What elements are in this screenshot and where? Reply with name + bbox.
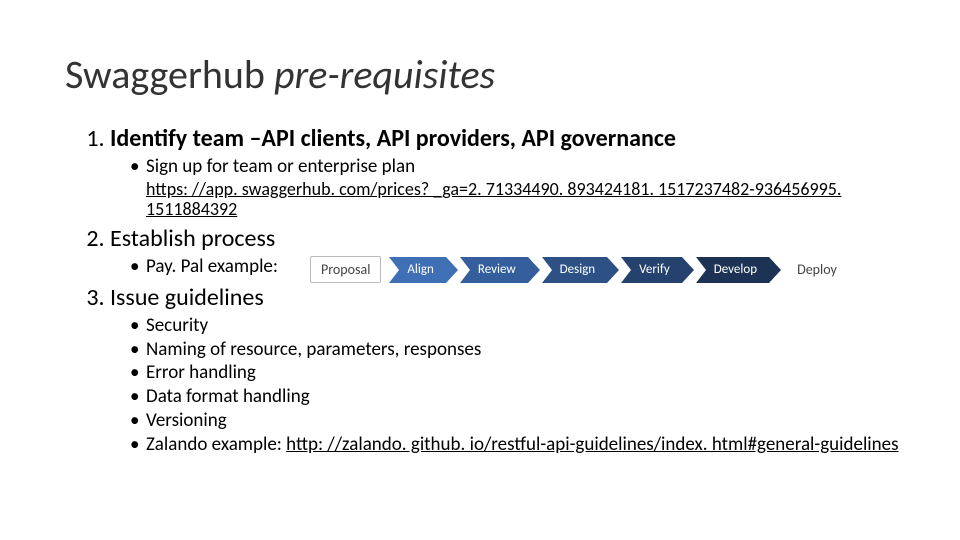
process-step-verify: Verify [621, 257, 682, 283]
item-1-sub: Sign up for team or enterprise plan http… [110, 155, 920, 220]
title-italic: pre-requisites [274, 50, 495, 99]
process-step-develop: Develop [696, 257, 769, 283]
item-1-heading: Identify team –API clients, API provider… [110, 124, 676, 153]
item-3-sub: Security Naming of resource, parameters,… [110, 314, 920, 457]
main-list: Identify team –API clients, API provider… [40, 124, 920, 456]
title-plain: Swaggerhub [65, 50, 274, 99]
slide-title: Swaggerhub pre-requisites [65, 50, 920, 99]
item-3-sub-4: Data format handling [130, 385, 920, 409]
item-2-heading: Establish process [110, 224, 275, 253]
item-1-sub-1: Sign up for team or enterprise plan http… [130, 155, 920, 220]
item-3-sub-5: Versioning [130, 409, 920, 433]
process-step-review: Review [460, 257, 528, 283]
item-3-sub-6: Zalando example: http: //zalando. github… [130, 433, 920, 457]
process-end: Deploy [789, 259, 845, 280]
process-start: Proposal [310, 256, 381, 283]
process-step-align: Align [389, 257, 445, 283]
item-3: Issue guidelines Security Naming of reso… [110, 283, 920, 457]
swaggerhub-link-block: https: //app. swaggerhub. com/prices? _g… [146, 179, 920, 220]
item-3-sub-1: Security [130, 314, 920, 338]
swaggerhub-prices-link[interactable]: https: //app. swaggerhub. com/prices? _g… [146, 178, 841, 221]
process-step-design: Design [542, 257, 607, 283]
item-3-sub-3: Error handling [130, 361, 920, 385]
item-3-sub-2: Naming of resource, parameters, response… [130, 338, 920, 362]
zalando-link[interactable]: http: //zalando. github. io/restful-api-… [286, 433, 898, 456]
item-1: Identify team –API clients, API provider… [110, 124, 920, 220]
process-diagram: Proposal Align Review Design Verify Deve… [310, 256, 845, 283]
item-3-heading: Issue guidelines [110, 283, 264, 312]
